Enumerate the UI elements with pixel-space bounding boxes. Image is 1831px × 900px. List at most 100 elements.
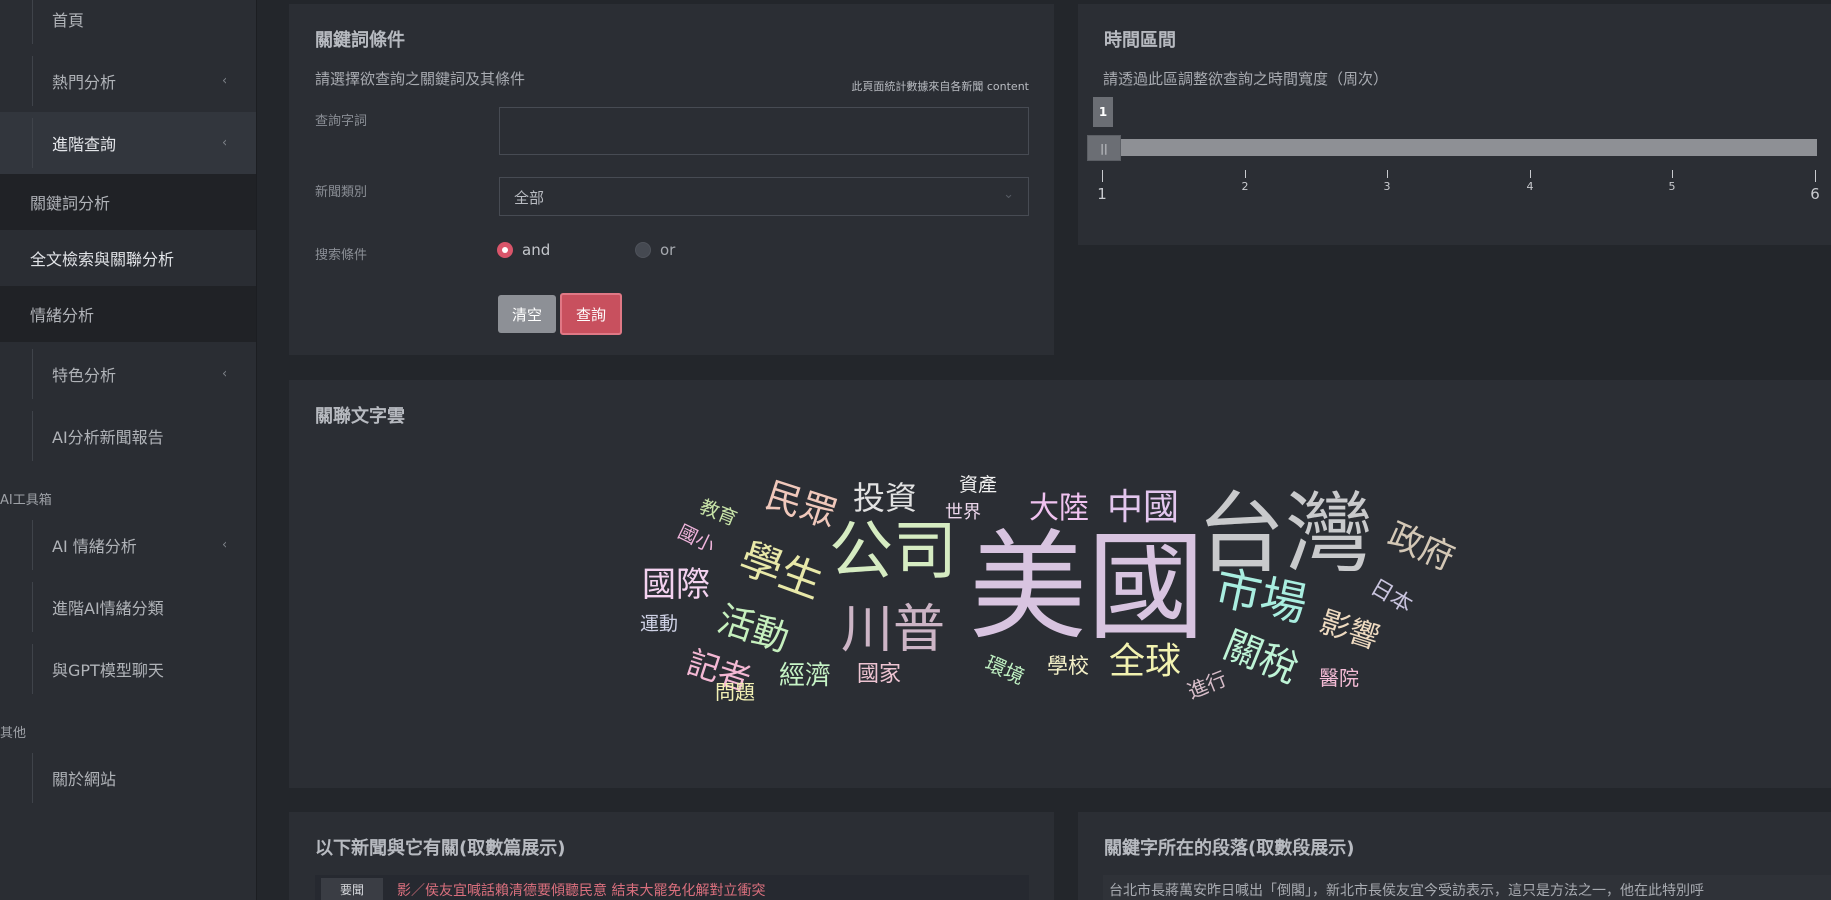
word-cloud: 美國 台灣 公司 川普 市場 中國 大陸 投資 民眾 學生 國際 活動 記者 經濟 國家 全球 關稅 影響 政府 日本… [289, 380, 1831, 788]
word-cloud-term[interactable]: 日本 [1366, 575, 1417, 619]
or-radio-option[interactable]: or [635, 240, 715, 260]
word-cloud-term[interactable]: 投資 [853, 482, 917, 514]
slider-tick-label: 4 [1526, 180, 1534, 193]
slider-track[interactable] [1118, 139, 1817, 156]
word-cloud-term[interactable]: 中國 [1107, 490, 1179, 526]
word-cloud-term[interactable]: 進行 [1184, 666, 1230, 703]
sidebar-item-ai-news-report[interactable]: AI分析新聞報告 [0, 405, 256, 467]
word-cloud-term[interactable]: 影響 [1315, 605, 1383, 657]
word-cloud-term[interactable]: 醫院 [1319, 668, 1359, 688]
slider-handle[interactable]: || [1087, 135, 1121, 161]
word-cloud-term[interactable]: 民眾 [761, 475, 842, 536]
sidebar-section-other: 其他 [0, 726, 27, 741]
sidebar: 首頁 熱門分析 ‹ 進階查詢 ‹ 關鍵詞分析 全文檢索與關聯分析 情緒分析 特色… [0, 0, 257, 900]
sidebar-item-trending[interactable]: 熱門分析 ‹ [0, 50, 256, 112]
chevron-down-icon: ⌄ [1003, 187, 1014, 202]
panel-title: 時間區間 [1104, 30, 1176, 51]
word-cloud-term[interactable]: 資產 [959, 476, 997, 495]
word-cloud-term[interactable]: 經濟 [779, 663, 831, 689]
sidebar-item-label: 進階AI情緒分類 [52, 599, 164, 618]
panel-subtitle: 請選擇欲查詢之關鍵詞及其條件 [315, 70, 526, 88]
sidebar-item-label: 關於網站 [52, 770, 117, 789]
sidebar-item-gpt-chat[interactable]: 與GPT模型聊天 [0, 638, 256, 700]
news-headline-link[interactable]: 影／侯友宜喊話賴清德要傾聽民意 結束大罷免化解對立衝突 [397, 880, 765, 900]
panel-title: 關鍵字所在的段落(取數段展示) [1104, 838, 1355, 859]
word-cloud-term[interactable]: 學生 [733, 533, 829, 608]
sidebar-item-label: 與GPT模型聊天 [52, 661, 164, 680]
search-button[interactable]: 查詢 [560, 293, 622, 335]
word-cloud-term[interactable]: 環境 [982, 651, 1028, 689]
sidebar-tree-line [32, 411, 33, 461]
word-cloud-term[interactable]: 公司 [829, 520, 957, 584]
sidebar-subitem-label: 關鍵詞分析 [30, 194, 111, 213]
sidebar-tree-line [32, 0, 33, 44]
panel-title: 以下新聞與它有關(取數篇展示) [315, 838, 566, 859]
slider-tick [1245, 170, 1246, 178]
category-select[interactable]: 全部 ⌄ [499, 177, 1029, 216]
radio-checked-icon[interactable] [497, 242, 513, 258]
query-label: 查詢字詞 [315, 114, 368, 129]
word-cloud-term[interactable]: 國小 [674, 521, 718, 557]
query-input[interactable] [499, 107, 1029, 155]
sidebar-subitem-label: 全文檢索與關聯分析 [30, 250, 175, 269]
slider-tick-label: 3 [1383, 180, 1391, 193]
keyword-condition-panel: 關鍵詞條件 請選擇欲查詢之關鍵詞及其條件 此頁面統計數據來自各新聞 conten… [289, 4, 1054, 355]
category-selected-value: 全部 [514, 189, 545, 207]
chevron-left-icon: ‹ [222, 135, 228, 151]
sidebar-subitem-keyword-analysis[interactable]: 關鍵詞分析 [0, 174, 256, 230]
panel-subtitle: 請透過此區調整欲查詢之時間寬度（周次） [1103, 70, 1389, 88]
or-radio-label: or [660, 241, 676, 259]
sidebar-item-feature-analysis[interactable]: 特色分析 ‹ [0, 343, 256, 405]
slider-tick [1387, 170, 1388, 178]
sidebar-subitem-sentiment[interactable]: 情緒分析 [0, 286, 256, 342]
word-cloud-term[interactable]: 全球 [1109, 644, 1181, 680]
and-radio-option[interactable]: and [497, 240, 607, 260]
sidebar-tree-line [32, 56, 33, 106]
word-cloud-term[interactable]: 川普 [841, 604, 945, 656]
word-cloud-term[interactable]: 教育 [696, 496, 739, 531]
time-range-panel: 時間區間 請透過此區調整欲查詢之時間寬度（周次） 1 || 1 2 3 4 5 … [1078, 4, 1831, 245]
word-cloud-term[interactable]: 世界 [945, 504, 981, 522]
sidebar-tree-line [32, 520, 33, 570]
sidebar-item-about[interactable]: 關於網站 [0, 747, 256, 809]
paragraph-text: 台北市長蔣萬安昨日喊出「倒閣」，新北市長侯友宜今受訪表示，這只是方法之一，他在此… [1109, 883, 1704, 899]
word-cloud-term[interactable]: 國家 [857, 664, 901, 686]
word-cloud-term[interactable]: 美國 [969, 528, 1205, 646]
sidebar-subitem-fulltext-search[interactable]: 全文檢索與關聯分析 [0, 230, 256, 286]
sidebar-item-home[interactable]: 首頁 [0, 0, 256, 50]
word-cloud-term[interactable]: 活動 [713, 599, 794, 660]
category-label: 新聞類別 [315, 185, 368, 200]
word-cloud-term[interactable]: 國際 [642, 568, 710, 602]
sidebar-item-advanced-query[interactable]: 進階查詢 ‹ [0, 112, 256, 174]
sidebar-tree-line [32, 644, 33, 694]
chevron-left-icon: ‹ [222, 537, 228, 553]
sidebar-section-ai-toolbox: AI工具箱 [0, 493, 52, 508]
keyword-paragraph-panel: 關鍵字所在的段落(取數段展示) 台北市長蔣萬安昨日喊出「倒閣」，新北市長侯友宜今… [1078, 812, 1831, 900]
sidebar-item-label: 進階查詢 [52, 135, 117, 154]
word-cloud-term[interactable]: 學校 [1047, 656, 1089, 677]
word-cloud-term[interactable]: 政府 [1382, 515, 1460, 579]
sidebar-item-label: 首頁 [52, 11, 85, 30]
radio-unchecked-icon[interactable] [635, 242, 651, 258]
related-news-panel: 以下新聞與它有關(取數篇展示) 要聞 影／侯友宜喊話賴清德要傾聽民意 結束大罷免… [289, 812, 1054, 900]
sidebar-tree-line [32, 118, 33, 168]
word-cloud-term[interactable]: 關稅 [1218, 622, 1305, 691]
slider-tick-label: 5 [1668, 180, 1676, 193]
sidebar-tree-line [32, 349, 33, 399]
sidebar-item-label: 熱門分析 [52, 73, 117, 92]
sidebar-item-advanced-ai-classification[interactable]: 進階AI情緒分類 [0, 576, 256, 638]
slider-tick [1672, 170, 1673, 178]
word-cloud-term[interactable]: 大陸 [1029, 494, 1089, 524]
chevron-left-icon: ‹ [222, 366, 228, 382]
sidebar-item-ai-sentiment[interactable]: AI 情緒分析 ‹ [0, 514, 256, 576]
clear-button[interactable]: 清空 [498, 295, 556, 333]
sidebar-subitem-label: 情緒分析 [30, 306, 95, 325]
sidebar-item-label: AI 情緒分析 [52, 537, 137, 556]
slider-tick-label: 6 [1810, 185, 1820, 203]
and-radio-label: and [522, 241, 551, 259]
slider-tick-label: 2 [1241, 180, 1249, 193]
word-cloud-term[interactable]: 問題 [715, 682, 755, 702]
word-cloud-term[interactable]: 運動 [640, 615, 678, 634]
news-row[interactable]: 要聞 影／侯友宜喊話賴清德要傾聽民意 結束大罷免化解對立衝突 [315, 875, 1029, 900]
chevron-left-icon: ‹ [222, 73, 228, 89]
